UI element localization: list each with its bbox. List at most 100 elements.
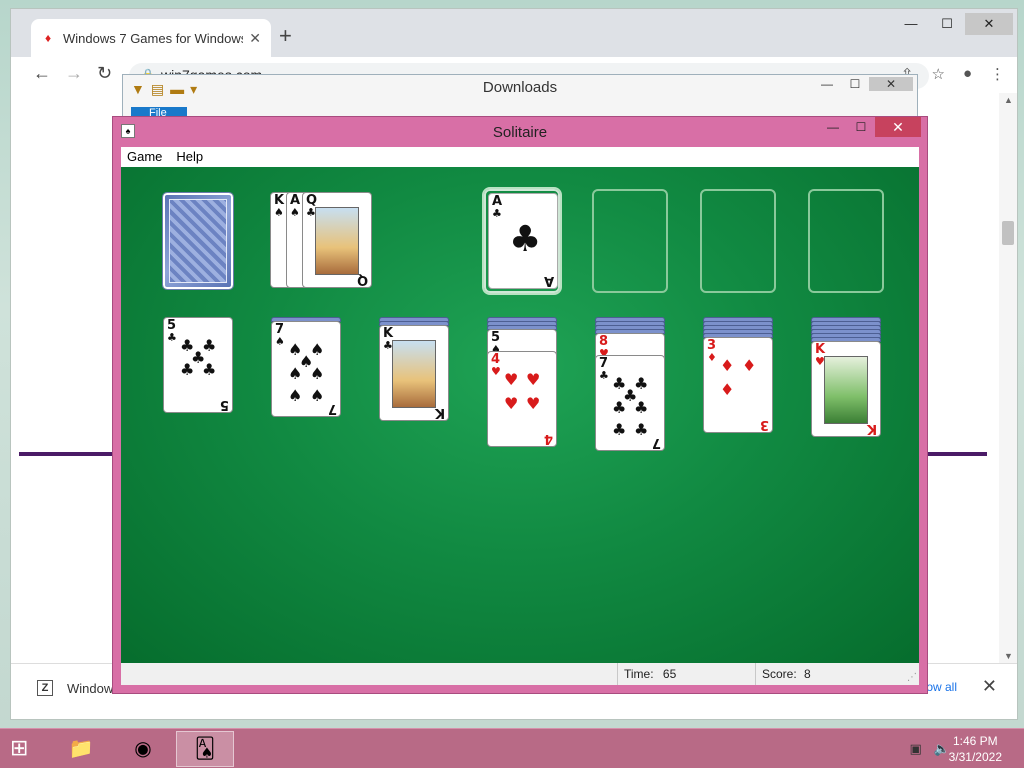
club-icon: ♣	[634, 420, 649, 439]
solitaire-title: Solitaire	[492, 124, 548, 141]
heart-icon: ♥	[526, 394, 541, 413]
foundation-card[interactable]: A ♣ ♣ A	[488, 193, 558, 289]
solitaire-window: ♠ Solitaire — ☐ ✕ Game Help K ♠ A ♠ Q ♣ …	[112, 116, 928, 694]
time-display: Time: 65	[617, 663, 755, 685]
zip-file-icon: Z	[37, 680, 53, 696]
card-suit-icon: ♣	[599, 369, 609, 382]
card-suit-icon: ♠	[275, 335, 285, 348]
spade-icon: ♠	[288, 386, 303, 405]
card-suit-icon: ♦	[707, 351, 717, 364]
time-value: 65	[662, 667, 677, 681]
download-shelf-close-icon[interactable]: ✕	[982, 676, 997, 697]
score-label: Score:	[762, 667, 797, 681]
clock-time: 1:46 PM	[952, 734, 998, 748]
reload-icon[interactable]: ↻	[97, 63, 112, 84]
tableau-top-card[interactable]: K ♥ K	[811, 341, 881, 437]
maximize-icon[interactable]: ☐	[847, 117, 875, 137]
windows-start-icon[interactable]: ⊞	[10, 737, 28, 759]
download-item[interactable]: Z Windows	[37, 680, 120, 696]
menu-kebab-icon[interactable]: ⋮	[990, 65, 1005, 83]
card-rank: 7	[327, 401, 337, 416]
minimize-icon[interactable]: —	[893, 13, 929, 35]
browser-window-controls: — ☐ ✕	[893, 13, 1013, 35]
new-tab-button[interactable]: +	[279, 23, 292, 49]
diamond-icon: ♦	[720, 356, 735, 375]
card-rank: K	[434, 405, 445, 420]
explorer-title: Downloads	[482, 79, 558, 96]
card-suit-icon: ♠	[290, 206, 300, 219]
close-icon[interactable]: ✕	[869, 77, 913, 91]
menu-game[interactable]: Game	[127, 147, 162, 167]
tab-title: Windows 7 Games for Windows	[63, 30, 244, 46]
menu-help[interactable]: Help	[176, 147, 203, 167]
scroll-thumb[interactable]	[1002, 221, 1014, 245]
forward-arrow-icon[interactable]: →	[65, 63, 83, 84]
card-rank: A	[543, 273, 554, 288]
minimize-icon[interactable]: —	[813, 77, 841, 91]
card-back-pattern	[169, 199, 227, 283]
file-explorer-task-icon[interactable]: 📁	[52, 731, 110, 767]
tableau-top-card[interactable]: 5 ♣ ♣ ♣ ♣ ♣ ♣ 5	[163, 317, 233, 413]
clock[interactable]: 1:46 PM 3/31/2022	[949, 733, 1002, 765]
browser-tab[interactable]: ♦ Windows 7 Games for Windows ✕	[31, 19, 271, 57]
page-scrollbar[interactable]: ▲ ▼	[999, 93, 1017, 663]
card-rank: 5	[219, 397, 229, 412]
solitaire-titlebar: ♠ Solitaire — ☐ ✕	[113, 117, 927, 147]
club-icon: ♣	[191, 348, 206, 367]
maximize-icon[interactable]: ☐	[929, 13, 965, 35]
foundation-3[interactable]	[700, 189, 776, 293]
chrome-task-icon[interactable]: ◉	[114, 731, 172, 767]
close-icon[interactable]: ✕	[875, 117, 921, 137]
card-suit-icon: ♥	[491, 365, 501, 378]
taskbar: ⊞ 📁 ◉ 🂡 ▣ 🔈 1:46 PM 3/31/2022	[0, 728, 1024, 768]
tableau-top-card[interactable]: K ♣ K	[379, 325, 449, 421]
foundation-1[interactable]: A ♣ ♣ A	[484, 189, 560, 293]
resize-grip-icon[interactable]: ⋰	[907, 672, 917, 683]
explorer-window-controls: — ☐ ✕	[813, 77, 913, 91]
minimize-icon[interactable]: —	[819, 117, 847, 137]
stock-pile[interactable]	[162, 192, 234, 290]
solitaire-statusbar: Time: 65 Score: 8 ⋰	[121, 663, 919, 685]
tab-close-icon[interactable]: ✕	[249, 30, 261, 47]
tableau-top-card[interactable]: 4 ♥ ♥ ♥ ♥ ♥ 4	[487, 351, 557, 447]
system-tray: ▣ 🔈	[910, 741, 950, 757]
solitaire-window-controls: — ☐ ✕	[819, 117, 921, 137]
card-rank: 7	[651, 435, 661, 450]
score-display: Score: 8	[755, 663, 915, 685]
bookmark-star-icon[interactable]: ☆	[931, 65, 944, 83]
network-icon[interactable]: ▣	[910, 741, 922, 757]
back-arrow-icon[interactable]: ←	[33, 63, 51, 84]
club-icon: ♣	[623, 386, 638, 405]
volume-muted-icon[interactable]: 🔈	[934, 741, 950, 757]
tableau-top-card[interactable]: 7 ♠ ♠ ♠ ♠ ♠ ♠ ♠ ♠ 7	[271, 321, 341, 417]
card-favicon-icon: ♦	[44, 31, 52, 45]
tab-strip: ♦ Windows 7 Games for Windows ✕ + — ☐ ✕	[11, 9, 1017, 57]
tableau-top-card[interactable]: 3 ♦ ♦ ♦ ♦ 3	[703, 337, 773, 433]
card-rank: K	[866, 421, 877, 436]
score-value: 8	[804, 667, 811, 681]
spade-icon: ♠	[299, 352, 314, 371]
card-suit-icon: ♠	[274, 206, 284, 219]
close-icon[interactable]: ✕	[965, 13, 1013, 35]
scroll-up-icon[interactable]: ▲	[1004, 95, 1013, 105]
king-artwork	[392, 340, 436, 408]
card-suit-icon: ♣	[492, 207, 502, 220]
card-suit-icon: ♣	[167, 331, 177, 344]
waste-top-card[interactable]: Q ♣ Q	[302, 192, 372, 288]
clock-date: 3/31/2022	[948, 750, 1002, 764]
heart-icon: ♥	[526, 370, 541, 389]
tableau-top-card[interactable]: 7 ♣ ♣ ♣ ♣ ♣ ♣ ♣ ♣ 7	[595, 355, 665, 451]
profile-avatar-icon[interactable]: ●	[963, 65, 972, 83]
card-rank: 3	[759, 417, 769, 432]
diamond-icon: ♦	[720, 380, 735, 399]
heart-icon: ♥	[504, 370, 519, 389]
club-icon: ♣	[612, 420, 627, 439]
scroll-down-icon[interactable]: ▼	[1004, 651, 1013, 661]
solitaire-task-icon[interactable]: 🂡	[176, 731, 234, 767]
foundation-2[interactable]	[592, 189, 668, 293]
maximize-icon[interactable]: ☐	[841, 77, 869, 91]
king-artwork	[824, 356, 868, 424]
club-icon: ♣	[509, 219, 542, 260]
time-label: Time:	[624, 667, 654, 681]
foundation-4[interactable]	[808, 189, 884, 293]
